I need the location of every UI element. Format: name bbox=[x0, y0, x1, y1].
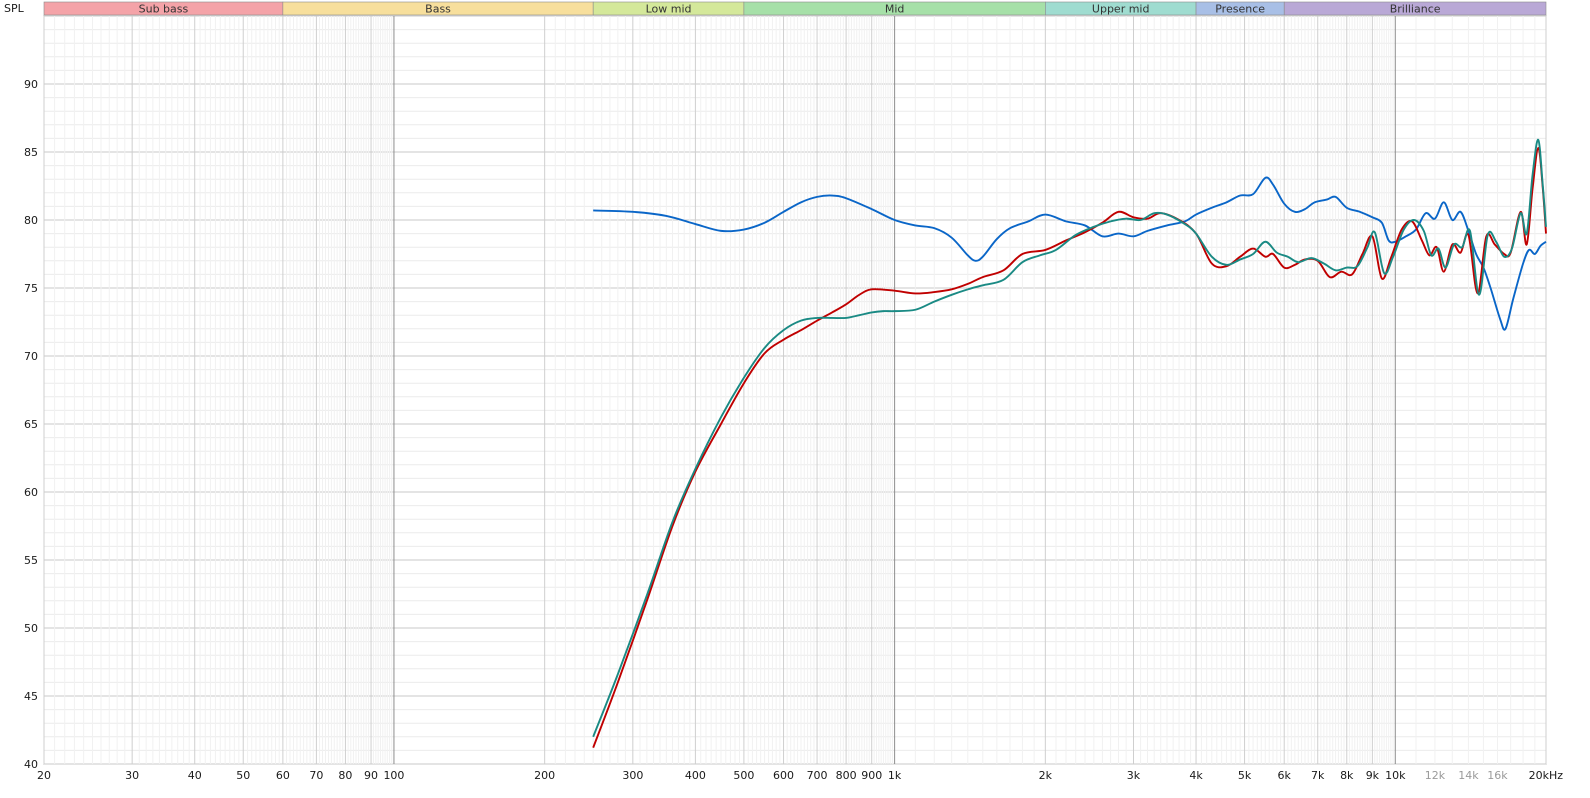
band-label: Bass bbox=[425, 3, 451, 16]
frequency-response-chart: Sub bass Bass Low mid Mid Upper mid Presence B… bbox=[4, 1, 1563, 782]
x-tick-label: 10k bbox=[1385, 769, 1406, 782]
x-tick-label: 80 bbox=[338, 769, 352, 782]
x-tick-label: 400 bbox=[685, 769, 706, 782]
x-tick-label: 800 bbox=[836, 769, 857, 782]
x-tick-label: 300 bbox=[622, 769, 643, 782]
frequency-bands: Sub bass Bass Low mid Mid Upper mid Presence B… bbox=[43, 1, 1547, 16]
band-label: Mid bbox=[885, 3, 905, 16]
y-tick-label: 50 bbox=[24, 622, 38, 635]
y-tick-label: 70 bbox=[24, 350, 38, 363]
x-axis-ticks: 20 30 40 50 60 70 80 90 100 200 300 400 500 600 700 800… bbox=[37, 769, 1563, 782]
y-tick-label: 75 bbox=[24, 282, 38, 295]
y-axis-ticks: 40 45 50 55 60 65 70 75 80 85 90 bbox=[24, 78, 38, 771]
x-tick-label: 8k bbox=[1340, 769, 1354, 782]
y-tick-label: 40 bbox=[24, 758, 38, 771]
x-tick-label: 60 bbox=[276, 769, 290, 782]
x-tick-label: 14k bbox=[1458, 769, 1479, 782]
x-tick-label: 40 bbox=[188, 769, 202, 782]
y-tick-label: 85 bbox=[24, 146, 38, 159]
band-label: Brilliance bbox=[1390, 3, 1441, 16]
x-tick-label: 7k bbox=[1311, 769, 1325, 782]
x-tick-label: 90 bbox=[364, 769, 378, 782]
x-tick-label: 16k bbox=[1487, 769, 1508, 782]
y-tick-label: 65 bbox=[24, 418, 38, 431]
x-tick-label: 900 bbox=[861, 769, 882, 782]
y-tick-label: 55 bbox=[24, 554, 38, 567]
x-tick-label: 20 bbox=[37, 769, 51, 782]
x-tick-label: 1k bbox=[888, 769, 902, 782]
x-tick-label: 600 bbox=[773, 769, 794, 782]
x-tick-label: 50 bbox=[236, 769, 250, 782]
x-tick-label: 2k bbox=[1039, 769, 1053, 782]
x-tick-label: 70 bbox=[309, 769, 323, 782]
y-tick-label: 90 bbox=[24, 78, 38, 91]
x-tick-label: 700 bbox=[807, 769, 828, 782]
x-tick-label: 5k bbox=[1238, 769, 1252, 782]
x-tick-label: 500 bbox=[733, 769, 754, 782]
x-tick-label: 6k bbox=[1278, 769, 1292, 782]
band-label: Sub bass bbox=[139, 3, 189, 16]
x-tick-label: 9k bbox=[1366, 769, 1380, 782]
x-tick-label: 100 bbox=[383, 769, 404, 782]
x-tick-label: 3k bbox=[1127, 769, 1141, 782]
x-tick-label: 30 bbox=[125, 769, 139, 782]
y-tick-label: 45 bbox=[24, 690, 38, 703]
x-tick-label: 20kHz bbox=[1529, 769, 1564, 782]
y-tick-label: 80 bbox=[24, 214, 38, 227]
x-tick-label: 200 bbox=[534, 769, 555, 782]
y-tick-label: 60 bbox=[24, 486, 38, 499]
x-tick-label: 4k bbox=[1189, 769, 1203, 782]
band-label: Low mid bbox=[646, 3, 692, 16]
x-tick-label: 12k bbox=[1425, 769, 1446, 782]
y-axis-title: SPL bbox=[4, 2, 25, 15]
band-label: Presence bbox=[1215, 3, 1265, 16]
band-label: Upper mid bbox=[1092, 3, 1150, 16]
